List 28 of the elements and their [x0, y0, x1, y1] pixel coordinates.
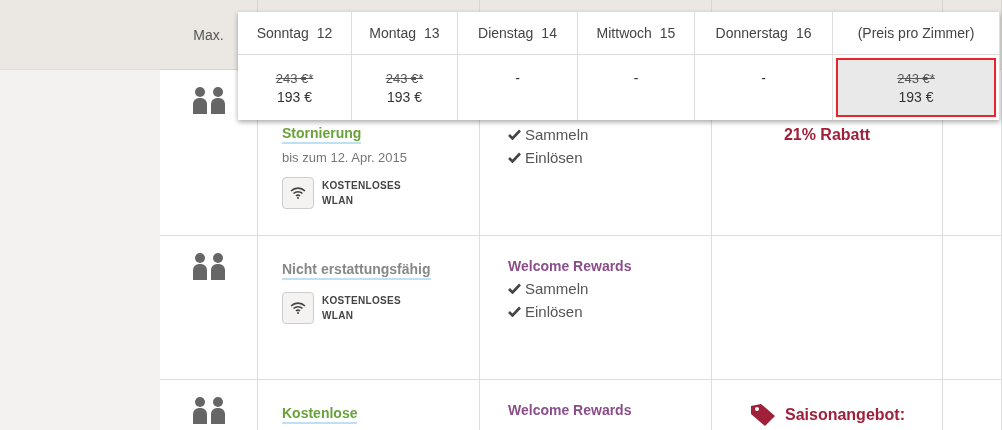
rewards-title: Welcome Rewards [508, 258, 632, 274]
check-icon [508, 283, 521, 294]
wifi-icon [282, 177, 314, 210]
reward-item: Sammeln [525, 280, 589, 297]
check-icon [508, 129, 521, 140]
check-icon [508, 306, 521, 317]
day-header: Sonntag 12 [238, 12, 352, 55]
two-persons-icon [191, 86, 226, 114]
reward-item: Sammeln [525, 126, 589, 143]
day-header: (Preis pro Zimmer) [833, 12, 1000, 55]
offer-label: 21% Rabatt [783, 126, 871, 144]
day-header: Dienstag 14 [458, 12, 578, 55]
reward-item: Einlösen [525, 149, 583, 166]
day-header: Mittwoch 15 [578, 12, 695, 55]
two-persons-icon [191, 252, 226, 280]
day-header: Donnerstag 16 [695, 12, 833, 55]
check-icon [508, 152, 521, 163]
amenity-label: KOSTENLOSES WLAN [322, 294, 401, 324]
reward-item: Einlösen [525, 303, 583, 320]
wifi-icon [282, 292, 314, 325]
cancellation-note: bis zum 12. Apr. 2015 [282, 150, 408, 166]
offer-label: Saisonangebot: [785, 406, 905, 424]
day-header: Montag 13 [352, 12, 458, 55]
rewards-title: Welcome Rewards [508, 402, 632, 418]
rate-link[interactable]: Nicht erstattungsfähig [282, 260, 431, 281]
amenity-label: KOSTENLOSES WLAN [322, 179, 401, 209]
two-persons-icon [191, 396, 226, 424]
price-cell[interactable]: 243 €* 193 € [836, 58, 996, 117]
